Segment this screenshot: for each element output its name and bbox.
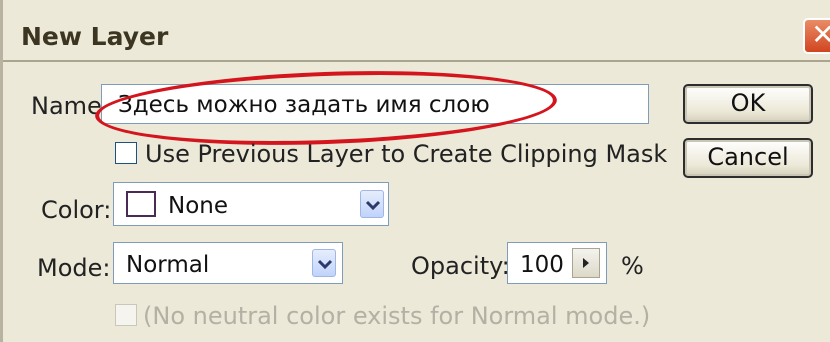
name-input-value: Здесь можно задать имя слою xyxy=(118,92,490,118)
clipping-mask-checkbox[interactable] xyxy=(115,142,137,164)
name-input[interactable]: Здесь можно задать имя слою xyxy=(101,84,649,124)
mode-dropdown-button[interactable] xyxy=(312,249,336,277)
chevron-down-icon xyxy=(365,200,381,211)
neutral-color-checkbox[interactable] xyxy=(115,304,137,326)
close-button[interactable]: ✕ xyxy=(803,18,830,54)
color-swatch xyxy=(126,191,156,217)
color-select-value: None xyxy=(168,193,229,219)
mode-label: Mode: xyxy=(37,254,111,282)
color-dropdown-button[interactable] xyxy=(360,190,384,218)
opacity-label: Opacity: xyxy=(411,252,510,280)
opacity-unit: % xyxy=(621,252,644,280)
opacity-input[interactable]: 100 xyxy=(507,242,607,284)
new-layer-dialog: New Layer ✕ Name: Здесь можно задать имя… xyxy=(0,0,830,342)
opacity-slider-button[interactable] xyxy=(572,248,600,278)
color-select[interactable]: None xyxy=(113,182,389,226)
name-label: Name: xyxy=(31,92,110,120)
title-bar: New Layer ✕ xyxy=(3,0,830,62)
arrow-right-icon xyxy=(583,258,589,268)
dialog-title: New Layer xyxy=(21,22,169,51)
cancel-button[interactable]: Cancel xyxy=(683,138,813,178)
color-label: Color: xyxy=(41,196,112,224)
neutral-color-label: (No neutral color exists for Normal mode… xyxy=(143,302,651,330)
mode-select[interactable]: Normal xyxy=(113,242,343,284)
clipping-mask-label: Use Previous Layer to Create Clipping Ma… xyxy=(145,140,668,168)
chevron-down-icon xyxy=(317,259,333,270)
mode-select-value: Normal xyxy=(126,252,210,278)
close-icon: ✕ xyxy=(811,19,830,50)
ok-button[interactable]: OK xyxy=(683,84,813,124)
opacity-value: 100 xyxy=(520,252,564,278)
